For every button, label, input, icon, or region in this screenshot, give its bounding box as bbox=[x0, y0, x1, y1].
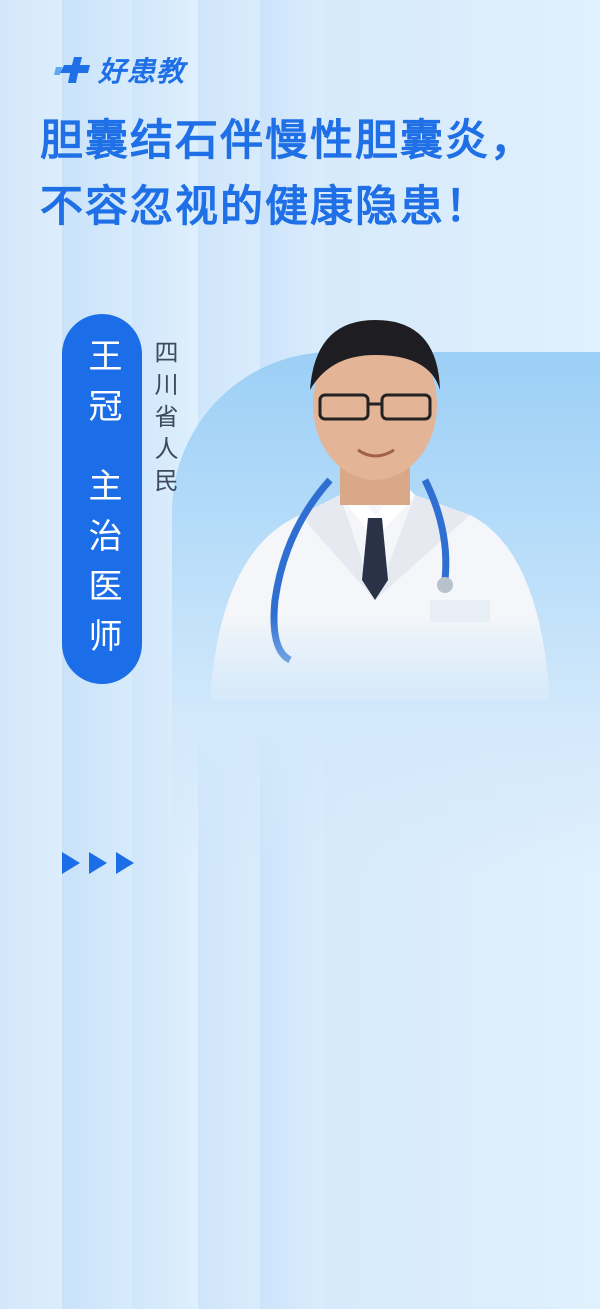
doctor-position: 主治医师 bbox=[82, 468, 122, 668]
play-arrow-icon bbox=[116, 852, 134, 874]
brand-logo: 好患教 bbox=[54, 50, 185, 90]
triple-play-arrows-icon bbox=[62, 852, 134, 874]
page-title: 胆囊结石伴慢性胆囊炎，不容忽视的健康隐患！ bbox=[40, 116, 535, 232]
brand-cross-icon bbox=[54, 57, 90, 83]
doctor-portrait-icon bbox=[210, 320, 550, 700]
doctor-name: 王冠 bbox=[82, 338, 122, 438]
doctor-hospital: 四川省人民 bbox=[150, 340, 178, 500]
play-arrow-icon bbox=[89, 852, 107, 874]
play-arrow-icon bbox=[62, 852, 80, 874]
brand-name: 好患教 bbox=[98, 55, 186, 88]
doctor-name-badge: 王冠 主治医师 bbox=[62, 314, 142, 684]
